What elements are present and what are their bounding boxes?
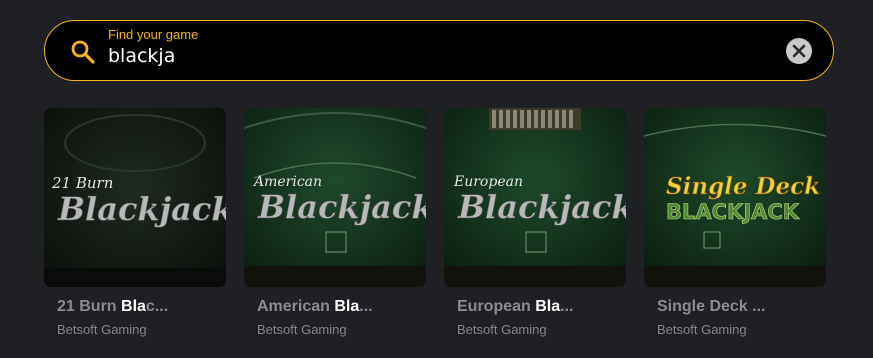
game-title[interactable]: European Bla... — [457, 298, 573, 316]
game-thumbnail[interactable]: American Blackjack — [244, 108, 426, 287]
search-bar[interactable]: Find your game — [44, 20, 834, 81]
game-title[interactable]: American Bla... — [257, 298, 373, 316]
game-card-american-blackjack[interactable]: American Blackjack American Bla... Betso… — [244, 108, 426, 337]
close-icon — [792, 44, 806, 58]
search-label: Find your game — [108, 27, 199, 42]
game-title[interactable]: 21 Burn Blac... — [57, 298, 168, 316]
game-provider: Betsoft Gaming — [457, 322, 547, 337]
game-provider: Betsoft Gaming — [657, 322, 747, 337]
logo-main-text: Blackjack — [457, 188, 626, 226]
game-card-21-burn-blackjack[interactable]: 21 Burn Blackjack 21 Burn Blac... Betsof… — [44, 108, 226, 337]
game-thumbnail[interactable]: 21 Burn Blackjack — [44, 108, 226, 287]
logo-top-text: Single Deck — [666, 173, 820, 200]
game-provider: Betsoft Gaming — [257, 322, 347, 337]
search-input[interactable] — [108, 45, 748, 67]
logo-main-text: BLACKJACK — [666, 200, 800, 224]
logo-main-text: Blackjack — [257, 188, 426, 226]
game-card-single-deck-blackjack[interactable]: Single Deck BLACKJACK Single Deck ... Be… — [644, 108, 826, 337]
game-thumbnail[interactable]: European Blackjack — [444, 108, 626, 287]
game-card-european-blackjack[interactable]: European Blackjack European Bla... Betso… — [444, 108, 626, 337]
game-title[interactable]: Single Deck ... — [657, 298, 765, 316]
search-icon — [71, 40, 95, 64]
game-provider: Betsoft Gaming — [57, 322, 147, 337]
game-thumbnail[interactable]: Single Deck BLACKJACK — [644, 108, 826, 287]
logo-main-text: Blackjack — [57, 190, 226, 228]
clear-search-button[interactable] — [786, 38, 812, 64]
